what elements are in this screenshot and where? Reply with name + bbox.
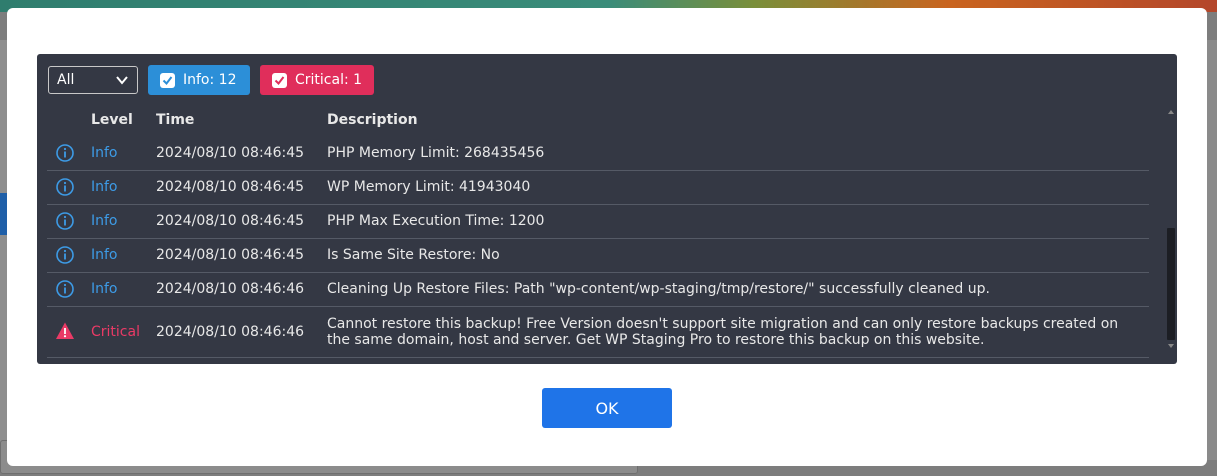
- log-time: 2024/08/10 08:46:45: [156, 247, 305, 263]
- log-time: 2024/08/10 08:46:45: [156, 213, 305, 229]
- info-icon: [56, 212, 74, 230]
- scroll-up-icon[interactable]: [1168, 110, 1174, 114]
- log-panel: All Info: 12 Critical: 1 Level Time Desc…: [37, 54, 1177, 364]
- log-table: Level Time Description Info 2024/08/10 0…: [47, 109, 1149, 358]
- log-row: Info 2024/08/10 08:46:45 WP Memory Limit…: [47, 171, 1149, 205]
- log-time: 2024/08/10 08:46:46: [156, 324, 305, 340]
- log-row: Info 2024/08/10 08:46:45 Is Same Site Re…: [47, 239, 1149, 273]
- checkbox-checked-icon: [160, 72, 175, 88]
- log-description: Is Same Site Restore: No: [327, 247, 500, 263]
- log-level: Info: [91, 281, 118, 297]
- background-right-edge: [1207, 40, 1217, 460]
- log-table-header: Level Time Description: [47, 109, 1149, 137]
- info-icon: [56, 178, 74, 196]
- scroll-thumb[interactable]: [1167, 228, 1175, 340]
- warning-icon: [56, 322, 74, 339]
- log-filter-toolbar: All Info: 12 Critical: 1: [48, 65, 374, 95]
- log-modal: All Info: 12 Critical: 1 Level Time Desc…: [7, 8, 1207, 466]
- log-description: PHP Memory Limit: 268435456: [327, 145, 545, 161]
- checkbox-checked-icon: [272, 72, 287, 88]
- log-row: Info 2024/08/10 08:46:46 Cleaning Up Res…: [47, 273, 1149, 307]
- chevron-down-icon: [116, 76, 128, 85]
- log-level: Info: [91, 145, 118, 161]
- level-filter-select[interactable]: All: [48, 66, 138, 94]
- column-header-description: Description: [327, 112, 418, 128]
- log-description: WP Memory Limit: 41943040: [327, 179, 531, 195]
- level-filter-value: All: [57, 72, 75, 88]
- log-level: Info: [91, 247, 118, 263]
- log-time: 2024/08/10 08:46:45: [156, 145, 305, 161]
- log-description: Cleaning Up Restore Files: Path "wp-cont…: [327, 281, 990, 297]
- log-description: the same domain, host and server. Get WP…: [327, 332, 985, 348]
- info-filter-toggle[interactable]: Info: 12: [148, 65, 250, 95]
- log-scrollbar[interactable]: [1165, 110, 1177, 350]
- info-icon: [56, 144, 74, 162]
- critical-filter-toggle[interactable]: Critical: 1: [260, 65, 374, 95]
- log-row: Critical 2024/08/10 08:46:46 Cannot rest…: [47, 307, 1149, 358]
- column-header-time: Time: [156, 112, 195, 128]
- info-icon: [56, 280, 74, 298]
- log-level: Critical: [91, 324, 140, 340]
- log-time: 2024/08/10 08:46:46: [156, 281, 305, 297]
- log-description: PHP Max Execution Time: 1200: [327, 213, 545, 229]
- log-level: Info: [91, 179, 118, 195]
- log-row: Info 2024/08/10 08:46:45 PHP Memory Limi…: [47, 137, 1149, 171]
- log-description: Cannot restore this backup! Free Version…: [327, 316, 1119, 332]
- ok-button[interactable]: OK: [542, 388, 672, 428]
- log-time: 2024/08/10 08:46:45: [156, 179, 305, 195]
- info-icon: [56, 246, 74, 264]
- column-header-level: Level: [91, 112, 133, 128]
- info-filter-label: Info: 12: [183, 72, 237, 88]
- critical-filter-label: Critical: 1: [295, 72, 363, 88]
- log-level: Info: [91, 213, 118, 229]
- log-row: Info 2024/08/10 08:46:45 PHP Max Executi…: [47, 205, 1149, 239]
- scroll-down-icon[interactable]: [1168, 344, 1174, 348]
